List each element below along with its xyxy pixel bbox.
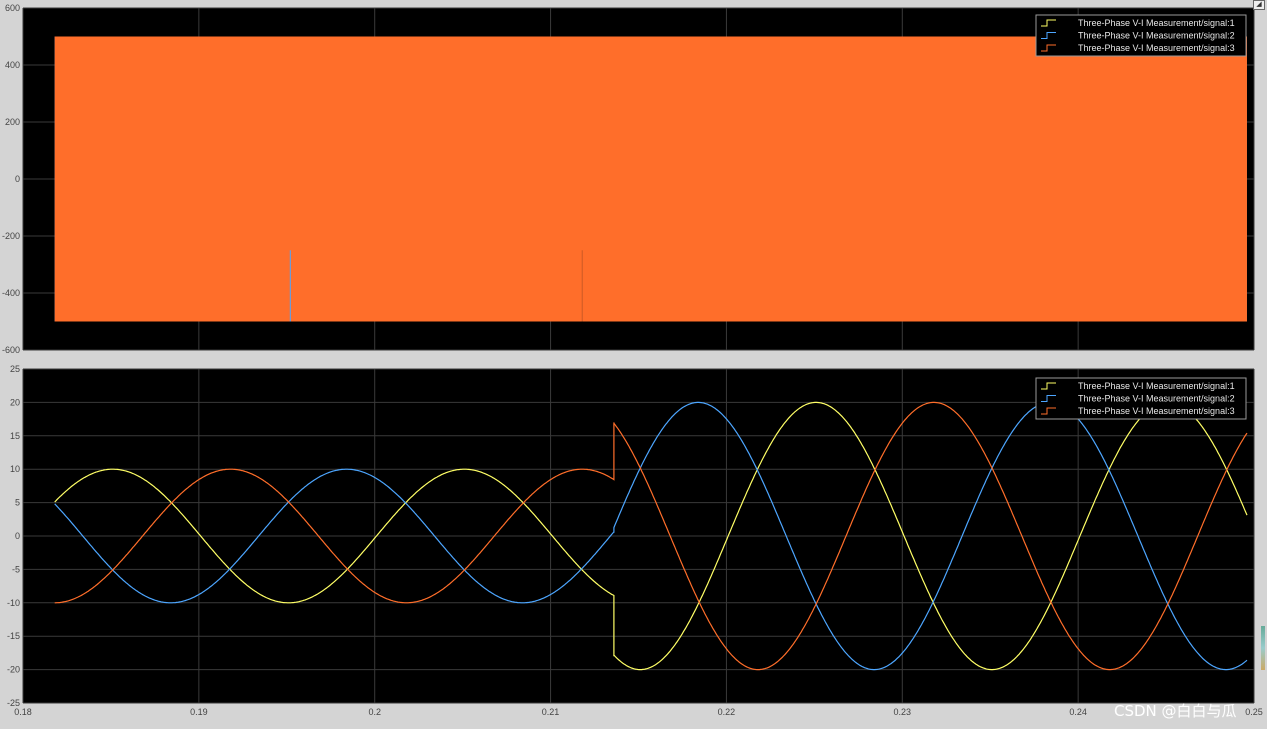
scope-display: 6004002000-200-400-600 Three-Phase V-I M… xyxy=(2,3,1263,720)
legend-entry: Three-Phase V-I Measurement/signal:2 xyxy=(1078,394,1235,404)
x-tick-label: 0.23 xyxy=(894,707,912,717)
y-tick-label: 400 xyxy=(5,60,20,70)
resize-corner-icon[interactable]: ◢ xyxy=(1253,0,1265,10)
bottom-y-axis: 2520151050-5-10-15-20-25 xyxy=(7,364,20,708)
x-tick-label: 0.25 xyxy=(1245,707,1263,717)
bottom-legend[interactable]: Three-Phase V-I Measurement/signal:1 Thre… xyxy=(1035,377,1247,420)
y-tick-label: 15 xyxy=(10,431,20,441)
x-tick-label: 0.18 xyxy=(14,707,32,717)
y-tick-label: -200 xyxy=(2,231,20,241)
side-indicator-bar xyxy=(1261,626,1265,670)
y-tick-label: 600 xyxy=(5,3,20,13)
y-tick-label: 20 xyxy=(10,397,20,407)
top-legend[interactable]: Three-Phase V-I Measurement/signal:1 Thre… xyxy=(1035,14,1247,57)
y-tick-label: -600 xyxy=(2,345,20,355)
pwm-band-signal-3 xyxy=(54,36,1247,322)
legend-entry: Three-Phase V-I Measurement/signal:1 xyxy=(1078,381,1235,391)
y-tick-label: 10 xyxy=(10,464,20,474)
y-tick-label: -15 xyxy=(7,631,20,641)
y-tick-label: -400 xyxy=(2,288,20,298)
top-plot-area xyxy=(54,36,1247,322)
legend-entry: Three-Phase V-I Measurement/signal:3 xyxy=(1078,406,1235,416)
legend-entry: Three-Phase V-I Measurement/signal:3 xyxy=(1078,43,1235,53)
y-tick-label: -20 xyxy=(7,665,20,675)
x-tick-label: 0.21 xyxy=(542,707,560,717)
bottom-x-axis: 0.18 0.19 0.2 0.21 0.22 0.23 0.24 0.25 xyxy=(14,707,1263,717)
x-tick-label: 0.24 xyxy=(1069,707,1087,717)
legend-entry: Three-Phase V-I Measurement/signal:2 xyxy=(1078,31,1235,41)
y-tick-label: -5 xyxy=(12,564,20,574)
legend-entry: Three-Phase V-I Measurement/signal:1 xyxy=(1078,18,1235,28)
y-tick-label: 0 xyxy=(15,174,20,184)
x-tick-label: 0.2 xyxy=(368,707,381,717)
top-y-axis: 600 400 200 0 -200 -400 -600 xyxy=(2,3,20,355)
x-tick-label: 0.22 xyxy=(718,707,736,717)
x-tick-label: 0.19 xyxy=(190,707,208,717)
y-tick-label: 5 xyxy=(15,498,20,508)
y-tick-label: 25 xyxy=(10,364,20,374)
watermark: CSDN @白白与瓜 xyxy=(1114,702,1237,720)
y-tick-label: 0 xyxy=(15,531,20,541)
y-tick-label: -10 xyxy=(7,598,20,608)
y-tick-label: 200 xyxy=(5,117,20,127)
